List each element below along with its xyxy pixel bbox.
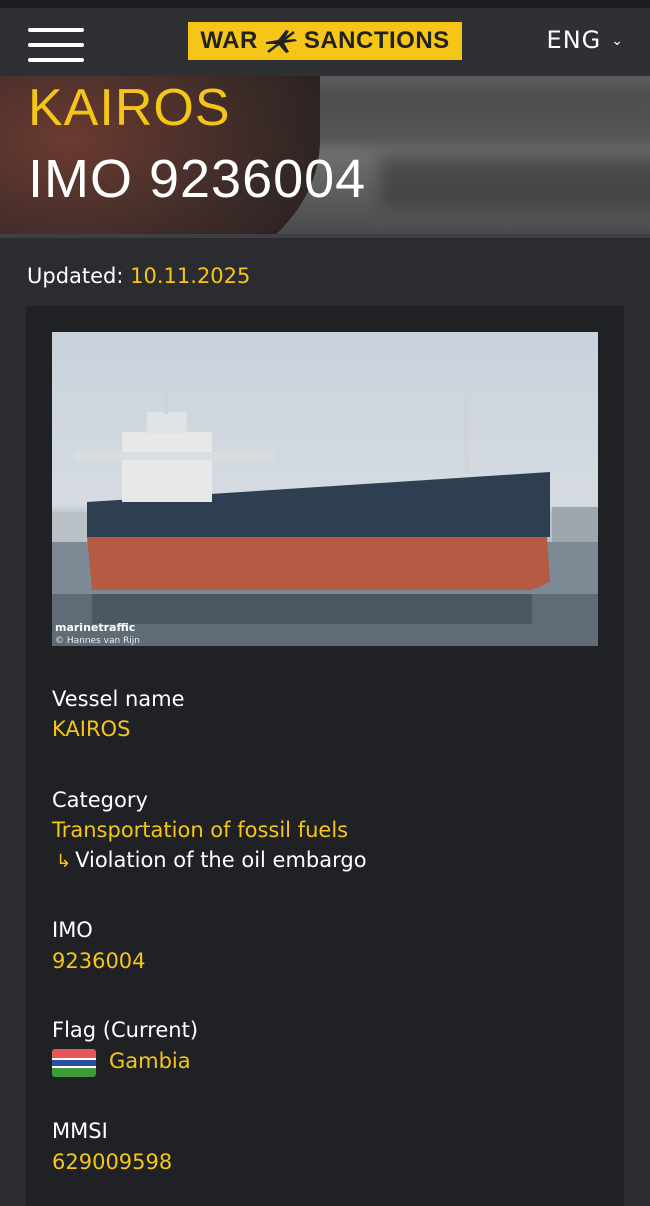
- updated-line: Updated: 10.11.2025: [27, 264, 250, 288]
- category-value[interactable]: Transportation of fossil fuels: [52, 818, 348, 842]
- vessel-name-label: Vessel name: [52, 687, 185, 711]
- flag-label: Flag (Current): [52, 1018, 199, 1042]
- category-label: Category: [52, 788, 148, 812]
- gambia-flag-icon: [52, 1049, 96, 1077]
- vessel-photo-illustration: [52, 390, 598, 646]
- chevron-down-icon: ⌄: [611, 33, 624, 49]
- flag-value[interactable]: Gambia: [109, 1049, 191, 1073]
- divider: [0, 234, 650, 238]
- hero-vessel-name: KAIROS: [28, 79, 231, 137]
- imo-value: 9236004: [52, 949, 146, 973]
- mmsi-value: 629009598: [52, 1150, 173, 1174]
- language-label: ENG: [546, 26, 602, 54]
- category-subcategory[interactable]: ↳ Violation of the oil embargo: [56, 848, 367, 872]
- subcategory-arrow-icon: ↳: [56, 851, 72, 872]
- top-bar: WAR SANCTIONS ENG ⌄: [0, 0, 650, 76]
- language-selector[interactable]: ENG ⌄: [547, 26, 624, 54]
- logo-text-left: WAR: [200, 27, 258, 54]
- hero-imo-title: IMO 9236004: [28, 149, 367, 209]
- photo-credit-brand: marinetraffic: [55, 621, 136, 634]
- updated-date: 10.11.2025: [130, 264, 251, 288]
- subcategory-value: Violation of the oil embargo: [75, 848, 367, 872]
- vessel-photo[interactable]: marinetraffic © Hannes van Rijn: [52, 332, 598, 646]
- vessel-name-value: KAIROS: [52, 717, 131, 741]
- vessel-details-card: marinetraffic © Hannes van Rijn Vessel n…: [26, 306, 624, 1206]
- logo-text-right: SANCTIONS: [303, 27, 450, 54]
- imo-label: IMO: [52, 918, 93, 942]
- photo-credit-author: © Hannes van Rijn: [55, 636, 141, 646]
- menu-icon[interactable]: [28, 24, 84, 66]
- mmsi-label: MMSI: [52, 1119, 108, 1143]
- updated-label: Updated:: [27, 264, 124, 288]
- logo[interactable]: WAR SANCTIONS: [188, 22, 462, 60]
- hero-banner: KAIROS IMO 9236004: [0, 76, 650, 234]
- plane-icon: [265, 30, 297, 53]
